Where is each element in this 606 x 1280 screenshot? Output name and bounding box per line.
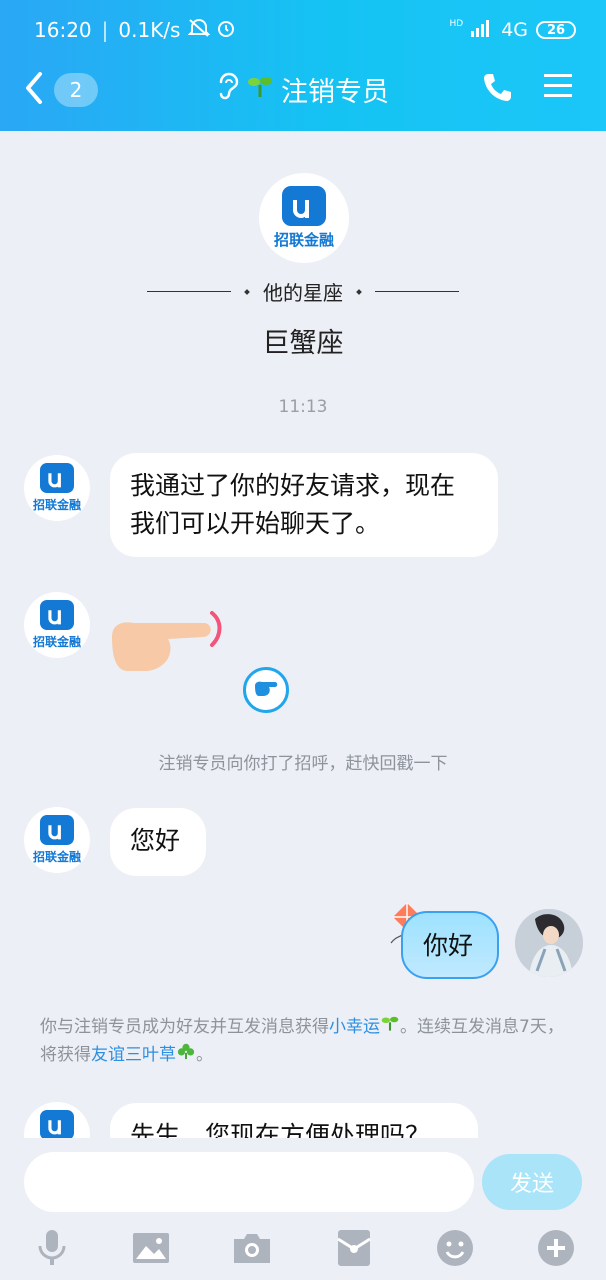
message-time: 11:13 — [278, 397, 328, 417]
note-text: 。 — [196, 1045, 213, 1065]
message-bubble[interactable]: 您好 — [110, 808, 206, 876]
sprout-icon — [247, 73, 273, 106]
contact-avatar-large[interactable]: 招联金融 — [259, 173, 349, 263]
message-bubble[interactable]: 我通过了你的好友请求，现在我们可以开始聊天了。 — [110, 453, 498, 557]
logo-text: 招联金融 — [32, 498, 81, 512]
network-label: 4G — [501, 19, 528, 41]
my-message-bubble[interactable]: 你好 — [401, 911, 499, 979]
alarm-icon — [216, 18, 236, 43]
poke-icon — [253, 678, 279, 702]
signal-icon — [471, 19, 493, 42]
contact-avatar[interactable]: 招联金融 — [24, 455, 90, 521]
divider — [375, 291, 459, 292]
logo-mark-icon — [40, 1110, 74, 1138]
contact-avatar[interactable]: 招联金融 — [24, 1102, 90, 1138]
message-input[interactable] — [24, 1152, 474, 1212]
menu-icon[interactable] — [542, 72, 574, 104]
status-speed: 0.1K/s — [118, 18, 181, 42]
ear-icon — [217, 72, 239, 107]
phone-icon[interactable] — [482, 72, 512, 106]
friendship-note: 你与注销专员成为好友并互发消息获得小幸运 。连续互发消息7天，将获得友谊三叶草。 — [40, 1013, 570, 1069]
camera-icon[interactable] — [232, 1228, 272, 1268]
nav-bar: 2 注销专员 — [0, 64, 606, 114]
sprout-icon — [380, 1016, 400, 1037]
lucky-link[interactable]: 小幸运 — [329, 1017, 380, 1037]
zodiac-label: 他的星座 — [263, 281, 343, 305]
page-title: 注销专员 — [281, 77, 389, 108]
chat-title[interactable]: 注销专员 — [0, 70, 606, 109]
emoji-icon[interactable] — [435, 1228, 475, 1268]
battery-icon: 26 — [536, 21, 576, 39]
mic-icon[interactable] — [32, 1228, 72, 1268]
divider-dot — [244, 288, 250, 295]
logo-text: 招联金融 — [32, 850, 81, 864]
logo-mark-icon — [40, 600, 74, 630]
contact-avatar[interactable]: 招联金融 — [24, 592, 90, 658]
message-bubble[interactable]: 先生，您现在方便处理吗？ — [110, 1103, 478, 1138]
clover-icon — [176, 1043, 196, 1065]
chat-area[interactable]: 招联金融 他的星座 巨蟹座 11:13 招联金融 我通过了你的好友请求，现在我们… — [0, 131, 606, 1138]
poke-finger-icon — [108, 609, 222, 675]
my-avatar[interactable] — [515, 909, 583, 977]
image-icon[interactable] — [131, 1228, 171, 1268]
logo-text: 招联金融 — [32, 635, 81, 649]
note-text: 你与注销专员成为好友并互发消息获得 — [40, 1017, 329, 1037]
clover-link[interactable]: 友谊三叶草 — [91, 1045, 176, 1065]
status-time: 16:20 — [34, 18, 92, 42]
plus-icon[interactable] — [536, 1228, 576, 1268]
zodiac-value: 巨蟹座 — [262, 328, 344, 359]
logo-mark-icon — [282, 186, 326, 226]
logo-mark-icon — [40, 815, 74, 845]
mute-icon — [188, 18, 211, 43]
logo-mark-icon — [40, 463, 74, 493]
status-bar: 16:20 | 0.1K/s HD 4G 26 — [34, 14, 576, 46]
poke-back-button[interactable] — [243, 667, 289, 713]
hd-label: HD — [449, 19, 464, 29]
divider — [147, 291, 231, 292]
poke-notice: 注销专员向你打了招呼，赶快回戳一下 — [158, 754, 448, 774]
red-packet-icon[interactable] — [334, 1228, 374, 1268]
zodiac-header: 他的星座 — [0, 277, 606, 306]
send-button[interactable]: 发送 — [482, 1154, 582, 1210]
logo-text: 招联金融 — [273, 231, 334, 249]
header: 16:20 | 0.1K/s HD 4G 26 2 注销专员 — [0, 0, 606, 131]
input-bar: 发送 — [0, 1138, 606, 1280]
divider-dot — [356, 288, 362, 295]
status-divider: | — [101, 18, 109, 42]
contact-avatar[interactable]: 招联金融 — [24, 807, 90, 873]
